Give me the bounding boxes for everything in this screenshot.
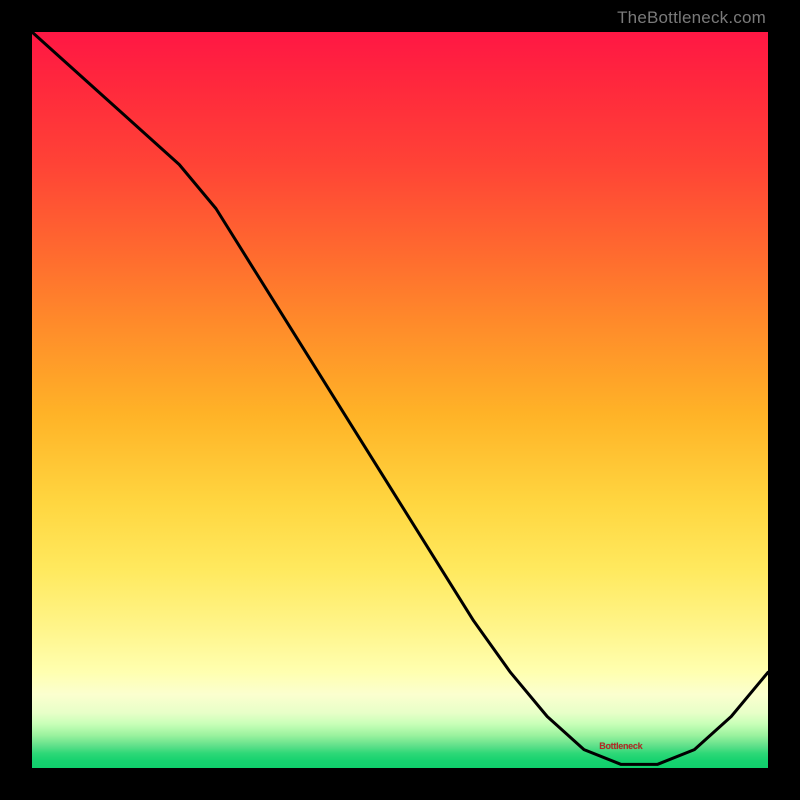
bottleneck-curve-line — [32, 32, 768, 764]
chart-frame: TheBottleneck.com Bottleneck — [0, 0, 800, 800]
line-chart-svg — [32, 32, 768, 768]
watermark-text: TheBottleneck.com — [617, 8, 766, 28]
bottleneck-annotation: Bottleneck — [599, 741, 642, 751]
